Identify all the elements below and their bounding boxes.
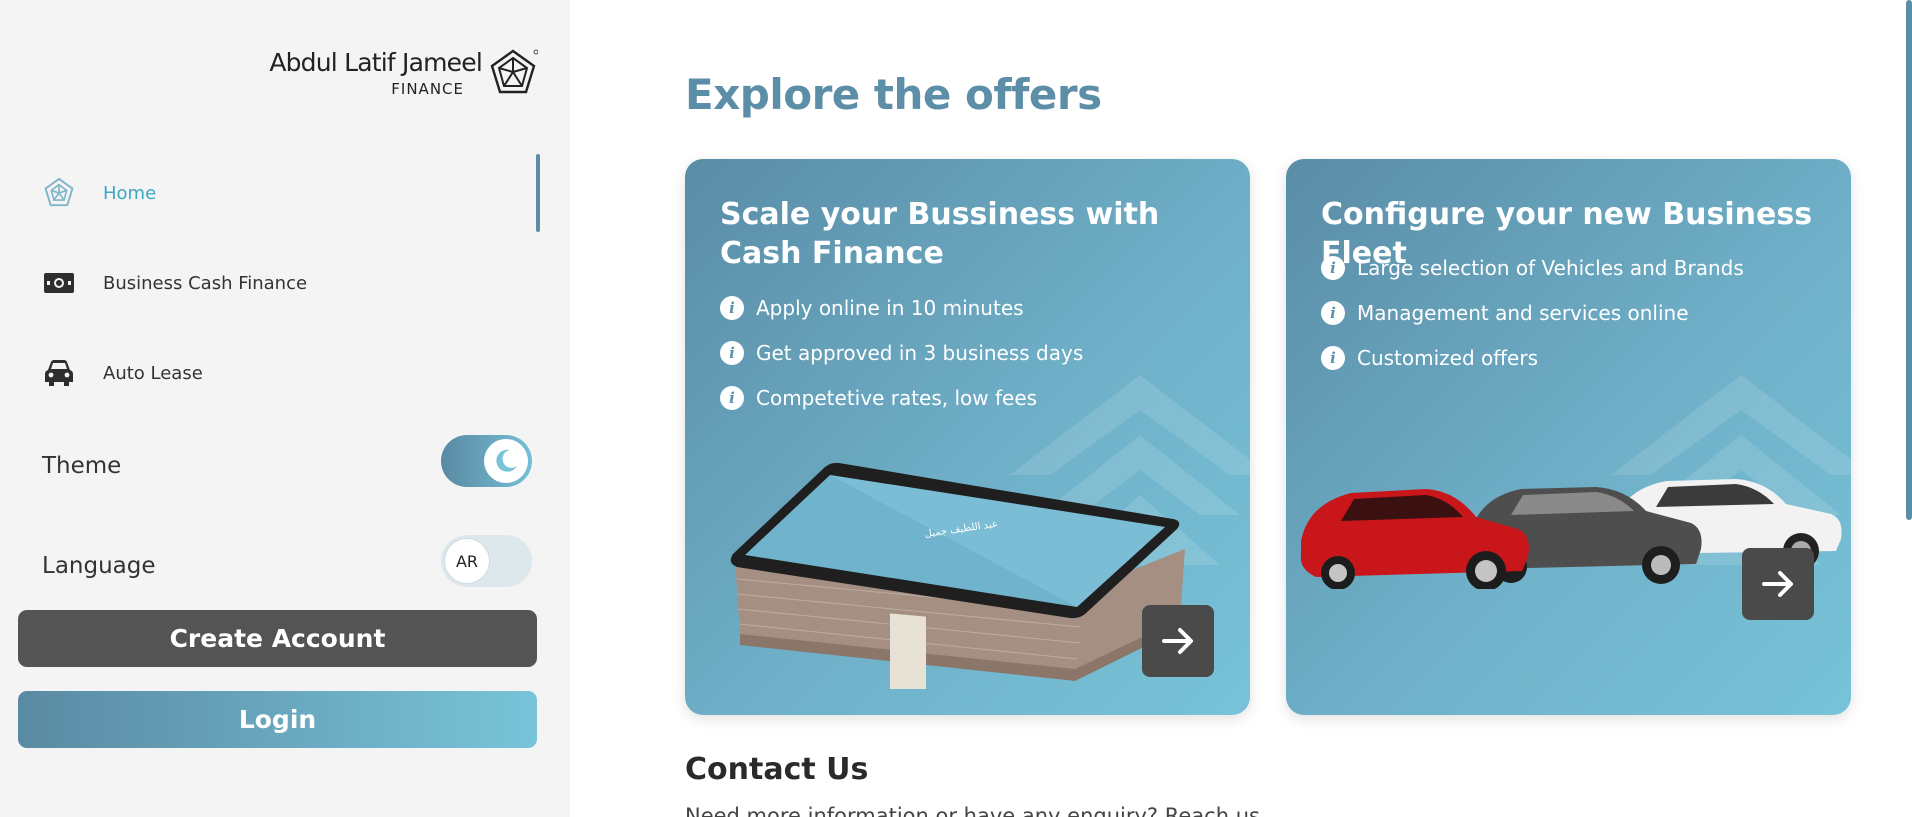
info-icon: i [1321,255,1345,280]
scrollbar[interactable] [1904,0,1912,817]
card-bullets: i Large selection of Vehicles and Brands … [1321,245,1744,380]
sidebar-item-label: Business Cash Finance [103,272,308,294]
scrollbar-thumb[interactable] [1906,0,1912,520]
card-bullets: i Apply online in 10 minutes i Get approve… [720,285,1083,420]
card-next-button[interactable] [1142,605,1214,677]
offer-card-business-fleet[interactable]: Configure your new Business Fleet i Large… [1286,159,1851,715]
sidebar-item-auto-lease[interactable]: Auto Lease [0,334,540,412]
info-icon: i [1321,300,1345,325]
list-item: i Get approved in 3 business days [720,330,1083,375]
offer-card-cash-finance[interactable]: Scale your Bussiness with Cash Finance i… [685,159,1250,715]
cash-icon [42,266,76,300]
list-item: i Customized offers [1321,335,1744,380]
theme-toggle[interactable] [441,435,532,487]
list-item: i Large selection of Vehicles and Brands [1321,245,1744,290]
active-indicator [536,154,540,232]
sidebar-item-home[interactable]: Home [0,154,540,232]
list-item: i Apply online in 10 minutes [720,285,1083,330]
login-button[interactable]: Login [18,691,537,748]
moon-icon [484,439,528,483]
card-title: Scale your Bussiness with Cash Finance [720,197,1160,271]
sidebar-item-business-cash-finance[interactable]: Business Cash Finance [0,244,540,322]
theme-label: Theme [42,453,122,479]
arrow-right-icon [1762,571,1793,597]
create-account-button[interactable]: Create Account [18,610,537,667]
contact-text: Need more information or have any enquir… [685,804,1260,817]
language-label: Language [42,553,156,579]
home-logo-icon [42,176,76,210]
card-next-button[interactable] [1742,548,1814,620]
contact-title: Contact Us [685,752,869,787]
sidebar: Abdul Latif Jameel FINANCE Home Business… [0,0,570,817]
info-icon: i [1321,345,1345,370]
brand-logo[interactable]: Abdul Latif Jameel FINANCE [269,48,538,98]
brand-mark-icon [490,49,538,94]
phone-cash-illustration: ﻋﺒﺪ اﻟﻠﻄﻴﻒ ﺟﻤﻴﻞ [730,462,1185,689]
brand-name: Abdul Latif Jameel [269,48,482,77]
info-icon: i [720,385,744,410]
language-value: AR [444,538,490,584]
car-icon [42,356,76,390]
main-content: Explore the offers Scale your Bussiness … [570,0,1912,817]
sidebar-item-label: Home [103,182,157,204]
page-title: Explore the offers [685,70,1102,119]
brand-sub: FINANCE [391,80,464,98]
sidebar-item-label: Auto Lease [103,362,203,384]
list-item: i Management and services online [1321,290,1744,335]
list-item: i Competetive rates, low fees [720,375,1083,420]
info-icon: i [720,340,744,365]
info-icon: i [720,295,744,320]
language-toggle[interactable]: AR [441,535,532,587]
arrow-right-icon [1162,628,1193,654]
